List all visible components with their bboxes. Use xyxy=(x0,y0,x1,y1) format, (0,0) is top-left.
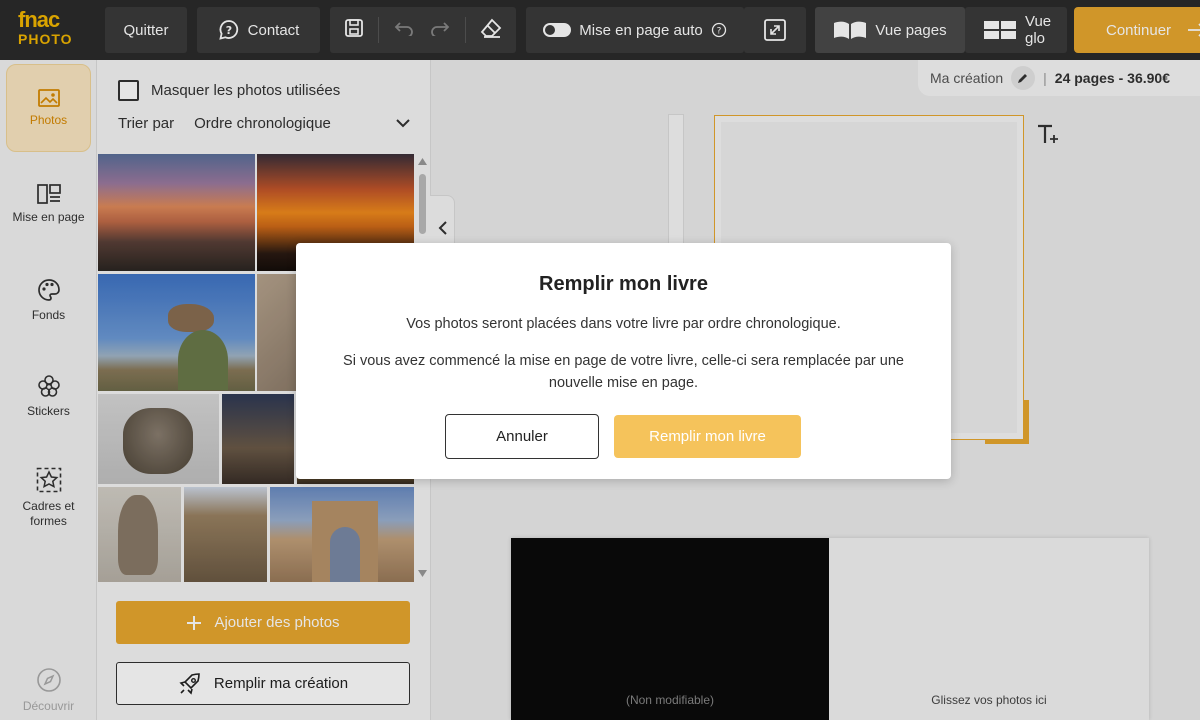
dialog-message-2: Si vous avez commencé la mise en page de… xyxy=(343,353,904,391)
cancel-button[interactable]: Annuler xyxy=(445,414,599,459)
cancel-label: Annuler xyxy=(496,428,548,445)
dialog-message-1: Vos photos seront placées dans votre liv… xyxy=(406,316,841,332)
fill-book-dialog: Remplir mon livre Vos photos seront plac… xyxy=(296,243,951,479)
confirm-label: Remplir mon livre xyxy=(649,428,766,445)
dialog-title: Remplir mon livre xyxy=(539,273,708,295)
confirm-fill-book-button[interactable]: Remplir mon livre xyxy=(614,415,801,458)
